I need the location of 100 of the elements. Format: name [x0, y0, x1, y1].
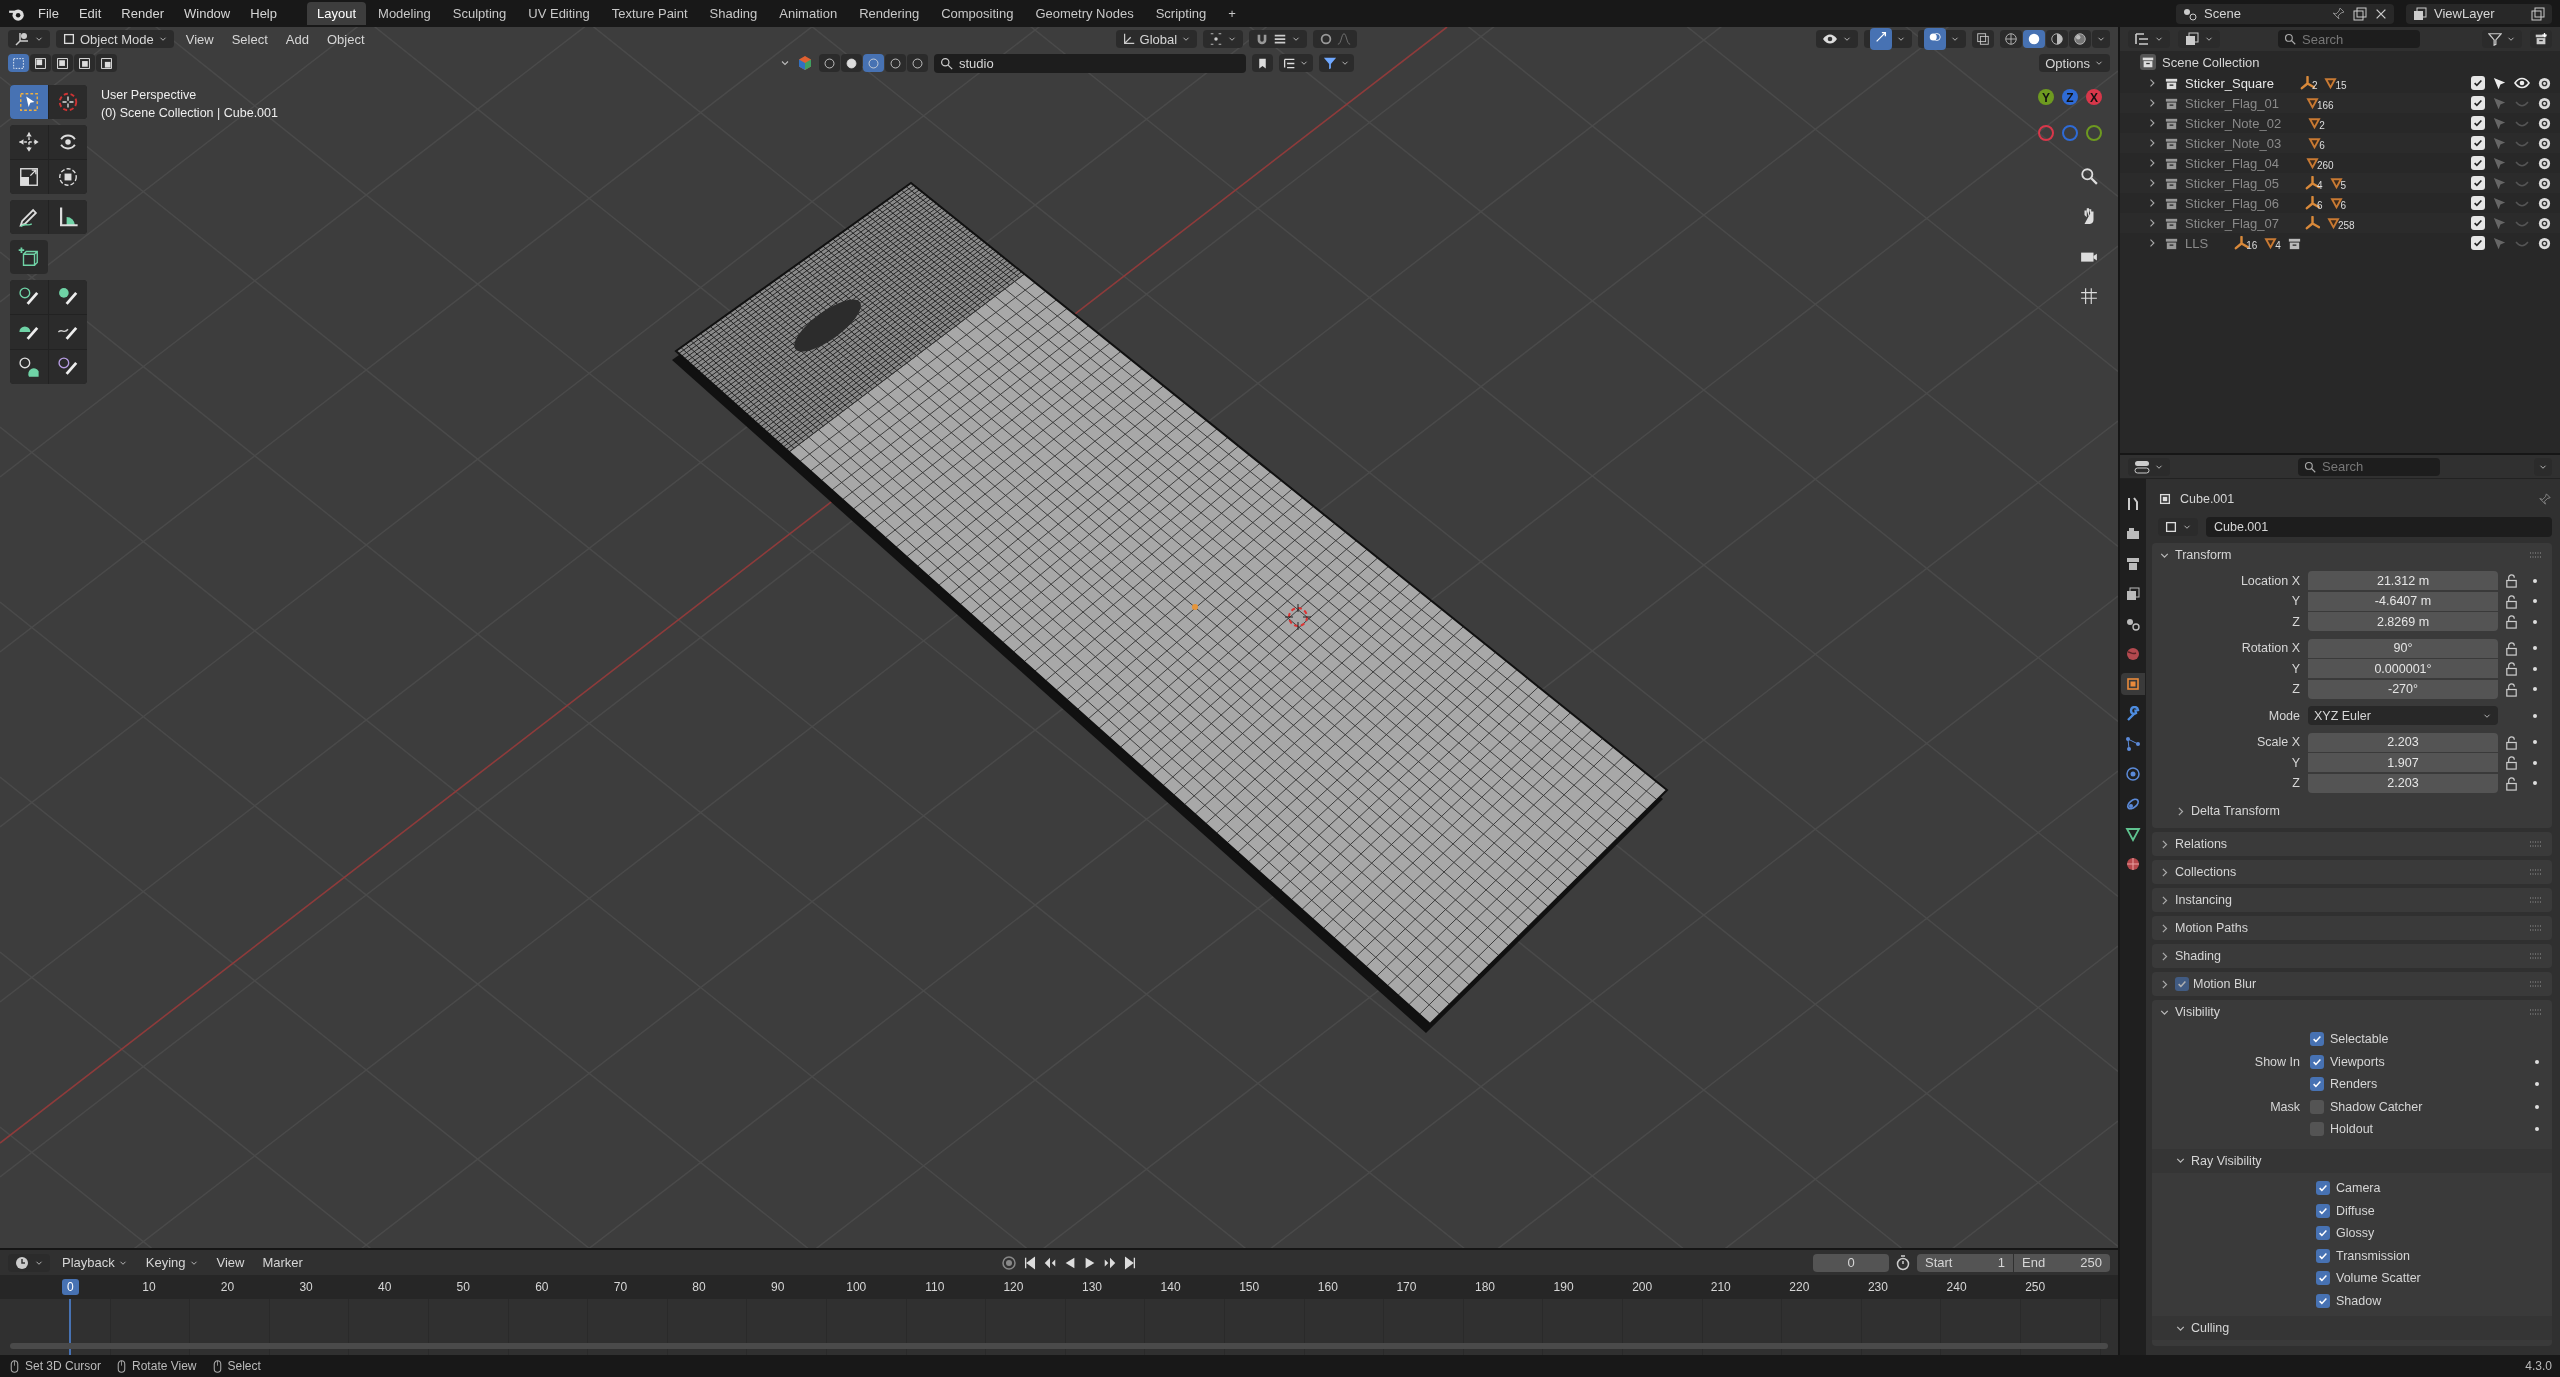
workspace-tab[interactable]: Sculpting: [442, 2, 517, 25]
menu-item[interactable]: Render: [113, 3, 172, 24]
collection-name[interactable]: LLS: [2185, 235, 2209, 251]
checkbox-label: Diffuse: [2336, 1203, 2375, 1218]
mode-dropdown[interactable]: Object Mode: [56, 30, 174, 48]
search-field[interactable]: Search: [2278, 30, 2420, 48]
frame-number: 160: [1316, 1280, 1339, 1294]
panel-title[interactable]: Shading: [2175, 949, 2221, 963]
field-label: Y: [2290, 594, 2301, 609]
panel-title[interactable]: Visibility: [2175, 1005, 2220, 1019]
menu-item[interactable]: Help: [242, 3, 285, 24]
panel-title[interactable]: Motion Paths: [2175, 921, 2248, 935]
menu-item[interactable]: Playback: [56, 1253, 134, 1272]
field-label: Mode: [2267, 708, 2301, 723]
collection-name[interactable]: Sticker_Note_03: [2185, 135, 2282, 151]
frame-number: 220: [1788, 1280, 1811, 1294]
item-count: 4: [2316, 179, 2323, 191]
subpanel-title[interactable]: Delta Transform: [2191, 804, 2280, 818]
menu-item[interactable]: Window: [176, 3, 239, 24]
menu-item[interactable]: Marker: [256, 1253, 309, 1272]
frame-number: 210: [1709, 1280, 1732, 1294]
menu-item[interactable]: View: [210, 1253, 251, 1272]
panel-title[interactable]: Collections: [2175, 865, 2237, 879]
rotation-mode-dropdown[interactable]: XYZ Euler: [2308, 706, 2498, 726]
options-button[interactable]: Options: [2039, 54, 2110, 72]
frame-number: 10: [141, 1280, 157, 1294]
number-field[interactable]: 1.907: [2308, 753, 2498, 773]
number-field[interactable]: 2.8269 m: [2308, 612, 2498, 632]
subpanel-title[interactable]: Ray Visibility: [2191, 1153, 2262, 1168]
collection-name[interactable]: Sticker_Note_02: [2185, 115, 2282, 131]
menu-item[interactable]: File: [30, 3, 67, 24]
number-field[interactable]: -270°: [2308, 679, 2498, 699]
collection-name[interactable]: Sticker_Flag_04: [2185, 155, 2279, 171]
search-field[interactable]: studio: [934, 53, 1246, 73]
frame-number: 180: [1473, 1280, 1496, 1294]
navigation-gizmo[interactable]: Y Z X: [2038, 85, 2102, 149]
frame-number: 170: [1395, 1280, 1418, 1294]
end-frame-field[interactable]: End 250: [2014, 1253, 2110, 1272]
object-name: Cube.001: [2180, 492, 2235, 506]
add-workspace-button[interactable]: +: [1218, 2, 1246, 25]
frame-number: 200: [1631, 1280, 1654, 1294]
menu-item[interactable]: Object: [320, 29, 371, 49]
number-field[interactable]: 2.203: [2308, 732, 2498, 752]
item-count: 260: [2316, 159, 2334, 171]
scene-selector[interactable]: Scene: [2176, 3, 2394, 24]
workspace-tab[interactable]: Layout: [307, 2, 367, 25]
workspace-tab[interactable]: Shading: [699, 2, 768, 25]
field-label: Y: [2290, 661, 2301, 676]
collection-name[interactable]: Sticker_Square: [2185, 75, 2274, 91]
item-count: 6: [2340, 199, 2347, 211]
object-name-field[interactable]: Cube.001: [2206, 517, 2552, 537]
frame-number: 190: [1552, 1280, 1575, 1294]
checkbox-label: Renders: [2330, 1077, 2378, 1092]
start-frame-field[interactable]: Start 1: [1917, 1253, 2013, 1272]
menu-item[interactable]: View: [179, 29, 220, 49]
field-label: Start: [1925, 1255, 1953, 1270]
menu-item[interactable]: Edit: [70, 3, 110, 24]
workspace-tab[interactable]: UV Editing: [518, 2, 600, 25]
playhead-frame[interactable]: 0: [61, 1279, 79, 1295]
item-count: 2: [2319, 119, 2325, 131]
menu-item[interactable]: Keying: [139, 1253, 205, 1272]
panel-title[interactable]: Motion Blur: [2193, 977, 2257, 991]
frame-number: 20: [219, 1280, 236, 1294]
number-field[interactable]: 0.000001°: [2308, 659, 2498, 679]
panel-title[interactable]: Instancing: [2175, 893, 2232, 907]
menu-item[interactable]: Add: [279, 29, 315, 49]
collection-name[interactable]: Scene Collection: [2162, 54, 2260, 70]
orientation-dropdown[interactable]: Global: [1115, 30, 1198, 48]
checkbox-label: Shadow: [2336, 1293, 2382, 1308]
field-label: Y: [2290, 755, 2301, 770]
3d-viewport[interactable]: Object Mode View Select Add Object Global studio Options User Perspective (0) Scene Collection | Cube.001 Y Z X: [0, 27, 2118, 1248]
field-label: Z: [2291, 776, 2301, 791]
frame-number: 70: [612, 1280, 629, 1294]
number-field[interactable]: 21.312 m: [2308, 571, 2498, 591]
number-field[interactable]: 2.203: [2308, 773, 2498, 793]
number-field[interactable]: 90°: [2308, 638, 2498, 658]
workspace-tab[interactable]: Geometry Nodes: [1025, 2, 1144, 25]
workspace-tab[interactable]: Texture Paint: [601, 2, 698, 25]
workspace-tab[interactable]: Rendering: [849, 2, 930, 25]
search-field[interactable]: Search: [2298, 457, 2440, 476]
panel-title[interactable]: Transform: [2175, 548, 2232, 562]
frame-number: 30: [298, 1280, 314, 1294]
checkbox-label: Transmission: [2336, 1248, 2410, 1263]
collection-name[interactable]: Sticker_Flag_07: [2185, 215, 2279, 231]
workspace-tab[interactable]: Compositing: [931, 2, 1024, 25]
subpanel-title[interactable]: Culling: [2191, 1321, 2230, 1335]
workspace-tab[interactable]: Scripting: [1145, 2, 1217, 25]
workspace-tab[interactable]: Modeling: [368, 2, 441, 25]
number-field[interactable]: -4.6407 m: [2308, 591, 2498, 611]
workspace-tab[interactable]: Animation: [769, 2, 848, 25]
frame-number: 110: [924, 1280, 946, 1294]
menu-item[interactable]: Select: [225, 29, 274, 49]
collection-name[interactable]: Sticker_Flag_05: [2185, 175, 2279, 191]
panel-title[interactable]: Relations: [2175, 837, 2228, 851]
collection-name[interactable]: Sticker_Flag_01: [2185, 95, 2279, 111]
view-layer-selector[interactable]: ViewLayer: [2406, 3, 2552, 24]
frame-number: 250: [2024, 1280, 2047, 1294]
collection-name[interactable]: Sticker_Flag_06: [2185, 195, 2279, 211]
version-text: 4.3.0: [2525, 1359, 2552, 1373]
current-frame-field[interactable]: 0: [1813, 1253, 1889, 1272]
